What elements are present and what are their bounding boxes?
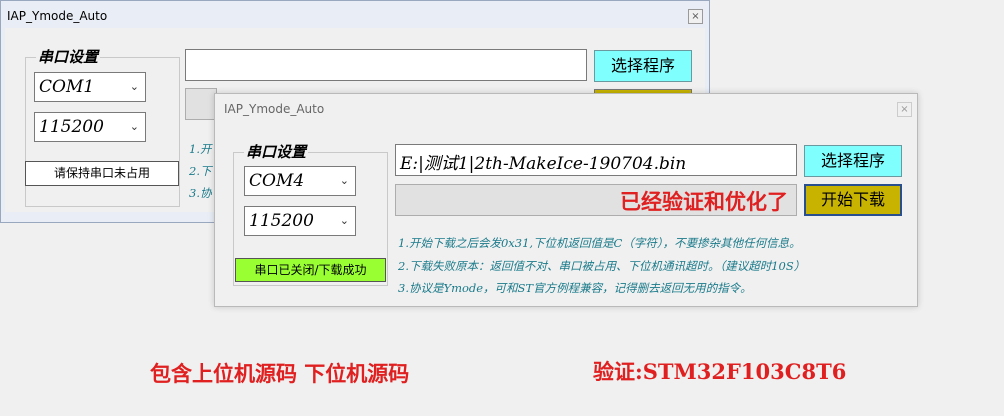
back-baud-select[interactable]: 115200 ⌄ [34,112,146,142]
front-port-select[interactable]: COM4 ⌄ [244,166,356,196]
front-file-path-value: E:|测试1|2th-MakeIce-190704.bin [400,154,687,174]
back-status-text: 请保持串口未占用 [53,166,150,180]
front-status-text: 串口已关闭/下载成功 [254,263,367,277]
front-baud-value: 115200 [249,211,314,231]
back-info-line-1: 1.开 [189,142,212,156]
back-info-line-2: 2.下 [189,164,212,178]
chevron-down-icon: ⌄ [129,80,139,93]
front-verified-text: 已经验证和优化了 [620,189,788,214]
front-status-label: 串口已关闭/下载成功 [235,258,386,282]
front-window-close-icon[interactable]: × [897,102,912,117]
back-window-titlebar[interactable]: IAP_Ymode_Auto × [1,1,709,29]
front-window: IAP_Ymode_Auto × 串口设置 COM4 ⌄ 115200 ⌄ 串口… [214,93,918,307]
front-baud-select[interactable]: 115200 ⌄ [244,206,356,236]
front-start-download-button[interactable]: 开始下载 [804,184,902,216]
front-info-line-2: 2.下载失败原本：返回值不对、串口被占用、下位机通讯超时。（建议超时10S） [398,259,806,273]
front-select-program-label: 选择程序 [820,151,885,170]
chevron-down-icon: ⌄ [129,120,139,133]
back-baud-value: 115200 [39,117,104,137]
back-window-close-icon[interactable]: × [688,9,703,24]
back-file-path-input[interactable] [185,49,587,81]
back-window-title: IAP_Ymode_Auto [7,9,108,23]
front-serial-group-title: 串口设置 [244,141,309,162]
back-select-program-button[interactable]: 选择程序 [594,50,692,82]
front-progress-panel: 已经验证和优化了 [395,184,797,216]
chevron-down-icon: ⌄ [339,174,349,187]
front-info-line-1: 1.开始下载之后会发0x31,下位机返回值是C（字符），不要掺杂其他任何信息。 [398,236,801,250]
back-info-line-3: 3.协 [189,186,212,200]
front-start-download-label: 开始下载 [820,190,885,209]
front-select-program-button[interactable]: 选择程序 [804,145,902,177]
back-port-select[interactable]: COM1 ⌄ [34,72,146,102]
back-select-program-label: 选择程序 [610,56,675,75]
chevron-down-icon: ⌄ [339,214,349,227]
front-port-value: COM4 [249,171,305,191]
front-window-title: IAP_Ymode_Auto [224,102,325,116]
front-file-path-input[interactable]: E:|测试1|2th-MakeIce-190704.bin [395,144,797,176]
back-progress-panel [185,88,217,120]
back-status-label: 请保持串口未占用 [25,161,179,186]
source-code-caption: 包含上位机源码 下位机源码 [150,361,410,386]
front-window-titlebar[interactable]: IAP_Ymode_Auto × [215,94,917,122]
back-serial-group-title: 串口设置 [36,46,101,67]
verified-chip-caption: 验证:STM32F103C8T6 [593,359,847,384]
front-info-line-3: 3.协议是Ymode，可和ST官方例程兼容，记得删去返回无用的指令。 [398,281,752,295]
back-port-value: COM1 [39,77,95,97]
